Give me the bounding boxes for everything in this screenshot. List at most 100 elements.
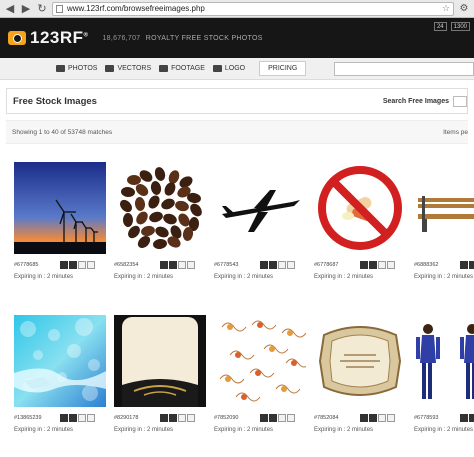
save-icon[interactable] [69, 414, 77, 422]
image-id[interactable]: #8290178 [114, 415, 160, 421]
camera-logo-icon [8, 31, 26, 45]
nav-label: VECTORS [117, 65, 152, 72]
save-icon[interactable] [469, 414, 474, 422]
favorite-icon[interactable] [178, 414, 186, 422]
image-card: #6582354 Expiring in : 2 minutes [114, 162, 214, 280]
image-card: #7852090 Expiring in : 2 minutes [214, 315, 314, 433]
similar-icon[interactable] [160, 414, 168, 422]
image-thumbnail[interactable] [214, 315, 306, 407]
save-icon[interactable] [169, 414, 177, 422]
nav-label: PHOTOS [68, 65, 98, 72]
image-id[interactable]: #7852090 [214, 415, 260, 421]
expire-text: Expiring in : 2 minutes [214, 427, 274, 433]
expire-text: Expiring in : 2 minutes [314, 274, 374, 280]
image-id[interactable]: #6778543 [214, 262, 260, 268]
expire-text: Expiring in : 2 minutes [114, 427, 174, 433]
save-icon[interactable] [369, 261, 377, 269]
lightbox-icon[interactable] [87, 414, 95, 422]
main-nav: PHOTOS VECTORS FOOTAGE LOGO PRICING [0, 58, 474, 80]
similar-icon[interactable] [260, 261, 268, 269]
nav-label: LOGO [224, 65, 246, 72]
similar-icon[interactable] [460, 414, 468, 422]
forward-icon[interactable]: ▶ [20, 3, 32, 15]
lightbox-icon[interactable] [387, 261, 395, 269]
image-thumbnail[interactable] [214, 162, 306, 254]
similar-icon[interactable] [360, 414, 368, 422]
image-id[interactable]: #6582354 [114, 262, 160, 268]
site-logo[interactable]: 123RF® [8, 28, 88, 48]
similar-icon[interactable] [360, 261, 368, 269]
header-box-2[interactable]: 1300 [450, 22, 470, 31]
save-icon[interactable] [269, 414, 277, 422]
page-title: Free Stock Images [13, 95, 97, 107]
nav-footage[interactable]: FOOTAGE [159, 65, 205, 72]
image-row: #13865239 Expiring in : 2 minutes #829017… [14, 315, 474, 433]
similar-icon[interactable] [160, 261, 168, 269]
search-input[interactable] [334, 61, 474, 76]
camera-icon [56, 65, 65, 72]
expire-text: Expiring in : 2 minutes [14, 427, 74, 433]
favorite-icon[interactable] [278, 414, 286, 422]
favorite-icon[interactable] [278, 261, 286, 269]
image-thumbnail[interactable] [114, 315, 206, 407]
image-id[interactable]: #6888362 [414, 262, 460, 268]
image-thumbnail[interactable] [14, 162, 106, 254]
image-card: #7852084 Expiring in : 2 minutes [314, 315, 414, 433]
lightbox-icon[interactable] [187, 414, 195, 422]
nav-logo[interactable]: LOGO [212, 65, 246, 72]
image-id[interactable]: #6778687 [314, 262, 360, 268]
lightbox-icon[interactable] [287, 414, 295, 422]
similar-icon[interactable] [60, 261, 68, 269]
image-card: #6778687 Expiring in : 2 minutes [314, 162, 414, 280]
favorite-icon[interactable] [78, 414, 86, 422]
save-icon[interactable] [269, 261, 277, 269]
wrench-icon[interactable]: ⚙ [458, 3, 470, 15]
image-thumbnail[interactable] [14, 315, 106, 407]
lightbox-icon[interactable] [187, 261, 195, 269]
favorite-icon[interactable] [78, 261, 86, 269]
header-right: 24 1300 [433, 22, 470, 31]
address-bar[interactable]: www.123rf.com/browsefreeimages.php ☆ [52, 1, 454, 16]
expire-text: Expiring in : 2 minutes [414, 427, 474, 433]
similar-icon[interactable] [60, 414, 68, 422]
lightbox-icon[interactable] [287, 261, 295, 269]
tagline-text: ROYALTY FREE STOCK PHOTOS [145, 34, 263, 42]
expire-text: Expiring in : 2 minutes [414, 274, 474, 280]
image-id[interactable]: #6778685 [14, 262, 60, 268]
header-box-1[interactable]: 24 [433, 22, 447, 31]
reload-icon[interactable]: ↻ [36, 3, 48, 15]
back-icon[interactable]: ◀ [4, 3, 16, 15]
image-id[interactable]: #6778593 [414, 415, 460, 421]
lightbox-icon[interactable] [387, 414, 395, 422]
expire-text: Expiring in : 2 minutes [114, 274, 174, 280]
save-icon[interactable] [69, 261, 77, 269]
nav-label: FOOTAGE [171, 65, 205, 72]
similar-icon[interactable] [260, 414, 268, 422]
free-images-search-field[interactable] [453, 95, 467, 107]
image-id[interactable]: #7852084 [314, 415, 360, 421]
lightbox-icon[interactable] [87, 261, 95, 269]
search-free-images-label: Search Free Images [382, 97, 449, 105]
image-thumbnail[interactable] [314, 162, 406, 254]
bookmark-star-icon[interactable]: ☆ [442, 3, 450, 14]
save-icon[interactable] [169, 261, 177, 269]
nav-pricing[interactable]: PRICING [259, 61, 307, 76]
expire-text: Expiring in : 2 minutes [14, 274, 74, 280]
film-icon [159, 65, 169, 72]
favorite-icon[interactable] [378, 414, 386, 422]
similar-icon[interactable] [460, 261, 468, 269]
image-thumbnail[interactable] [114, 162, 206, 254]
nav-vectors[interactable]: VECTORS [105, 65, 151, 72]
save-icon[interactable] [469, 261, 474, 269]
favorite-icon[interactable] [378, 261, 386, 269]
save-icon[interactable] [369, 414, 377, 422]
favorite-icon[interactable] [178, 261, 186, 269]
image-meta: #6888362 [414, 260, 474, 270]
image-thumbnail[interactable] [314, 315, 406, 407]
image-thumbnail[interactable] [414, 315, 474, 407]
nav-photos[interactable]: PHOTOS [56, 65, 97, 72]
logo-registered-mark: ® [83, 32, 89, 39]
image-meta: #6778593 [414, 413, 474, 423]
image-thumbnail[interactable] [414, 162, 474, 254]
image-id[interactable]: #13865239 [14, 415, 60, 421]
